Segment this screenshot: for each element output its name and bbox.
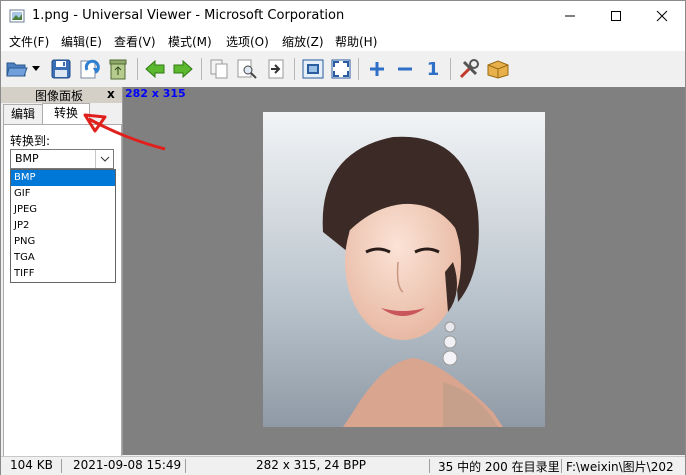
format-option[interactable]: PNG — [11, 234, 115, 250]
menu-file[interactable]: 文件(F) — [9, 33, 49, 50]
toolbar-separator — [450, 58, 451, 80]
panel-title: 图像面板 — [35, 89, 84, 103]
image-dimensions-label: 282 x 315 — [125, 87, 186, 100]
menu-edit[interactable]: 编辑(E) — [61, 33, 102, 50]
package-button[interactable] — [486, 57, 510, 81]
format-dropdown-list: BMP GIF JPEG JP2 PNG TGA TIFF — [10, 169, 116, 283]
fit-window-icon — [302, 59, 324, 79]
menu-mode[interactable]: 模式(M) — [168, 33, 212, 50]
reload-icon — [80, 59, 100, 79]
convert-to-label: 转换到: — [10, 134, 51, 148]
toolbar-separator — [294, 58, 295, 80]
status-date: 2021-09-08 15:49 — [73, 458, 182, 472]
status-position: 35 中的 200 在目录里 — [438, 460, 560, 474]
forward-button[interactable] — [171, 57, 195, 81]
image-viewer[interactable]: 282 x 315 — [123, 87, 685, 455]
zoom-in-button[interactable] — [365, 57, 389, 81]
tab-edit[interactable]: 编辑 — [3, 104, 43, 126]
save-icon — [51, 59, 71, 79]
save-button[interactable] — [49, 57, 73, 81]
window-title: 1.png - Universal Viewer - Microsoft Cor… — [32, 8, 345, 23]
toolbar-separator — [137, 58, 138, 80]
reload-button[interactable] — [77, 57, 101, 81]
copy-button[interactable] — [207, 57, 231, 81]
status-file-size: 104 KB — [10, 458, 53, 472]
find-icon — [237, 59, 257, 79]
portrait-photo — [263, 112, 545, 427]
status-separator — [429, 459, 430, 473]
app-icon — [9, 9, 25, 23]
format-select-value: BMP — [15, 152, 39, 165]
toolbar-separator — [358, 58, 359, 80]
panel-header: 图像面板 x — [1, 87, 122, 103]
open-dropdown-button[interactable] — [29, 57, 43, 81]
toolbar-separator — [201, 58, 202, 80]
fullscreen-icon — [331, 59, 351, 79]
status-separator — [185, 459, 186, 473]
zoom-in-icon — [370, 62, 384, 76]
open-button[interactable] — [5, 57, 29, 81]
recycle-icon — [109, 59, 127, 80]
minimize-button[interactable] — [547, 1, 593, 31]
format-option[interactable]: JP2 — [11, 218, 115, 234]
status-separator — [61, 459, 62, 473]
goto-button[interactable] — [264, 57, 288, 81]
zoom-actual-button[interactable]: 1 — [421, 57, 445, 81]
maximize-button[interactable] — [593, 1, 639, 31]
minimize-icon — [565, 15, 575, 17]
menu-view[interactable]: 查看(V) — [114, 33, 156, 50]
find-button[interactable] — [235, 57, 259, 81]
panel-close-button[interactable]: x — [107, 87, 115, 101]
format-option[interactable]: JPEG — [11, 202, 115, 218]
zoom-out-button[interactable] — [393, 57, 417, 81]
annotation-arrow — [83, 113, 166, 151]
format-option[interactable]: TGA — [11, 250, 115, 266]
tools-icon — [459, 59, 479, 79]
recycle-button[interactable] — [106, 57, 130, 81]
status-image-info: 282 x 315, 24 BPP — [256, 458, 366, 472]
close-icon — [656, 10, 668, 22]
format-option[interactable]: GIF — [11, 186, 115, 202]
menu-zoom[interactable]: 缩放(Z) — [282, 33, 324, 50]
menu-options[interactable]: 选项(O) — [226, 33, 269, 50]
tools-button[interactable] — [457, 57, 481, 81]
back-button[interactable] — [143, 57, 167, 81]
format-option[interactable]: TIFF — [11, 266, 115, 282]
title-bar: 1.png - Universal Viewer - Microsoft Cor… — [1, 1, 685, 31]
zoom-out-icon — [398, 67, 412, 71]
app-window: 1.png - Universal Viewer - Microsoft Cor… — [0, 0, 686, 475]
menu-help[interactable]: 帮助(H) — [335, 33, 377, 50]
dropdown-arrow-icon — [32, 66, 40, 71]
chevron-down-icon — [100, 156, 109, 162]
open-icon — [6, 62, 28, 77]
status-bar: 104 KB 2021-09-08 15:49 282 x 315, 24 BP… — [1, 456, 685, 475]
forward-arrow-icon — [173, 60, 193, 78]
menu-bar: 文件(F) 编辑(E) 查看(V) 模式(M) 选项(O) 缩放(Z) 帮助(H… — [1, 31, 685, 51]
fullscreen-button[interactable] — [329, 57, 353, 81]
fit-window-button[interactable] — [301, 57, 325, 81]
status-file-path: F:\weixin\图片\202 — [566, 460, 674, 474]
maximize-icon — [611, 11, 621, 21]
status-separator — [561, 459, 562, 473]
goto-icon — [268, 59, 284, 79]
zoom-actual-icon: 1 — [426, 58, 440, 80]
package-icon — [487, 60, 509, 79]
close-button[interactable] — [639, 1, 685, 31]
back-arrow-icon — [145, 60, 165, 78]
toolbar: 1 — [1, 51, 685, 88]
copy-icon — [210, 59, 228, 79]
format-option[interactable]: BMP — [11, 170, 115, 186]
